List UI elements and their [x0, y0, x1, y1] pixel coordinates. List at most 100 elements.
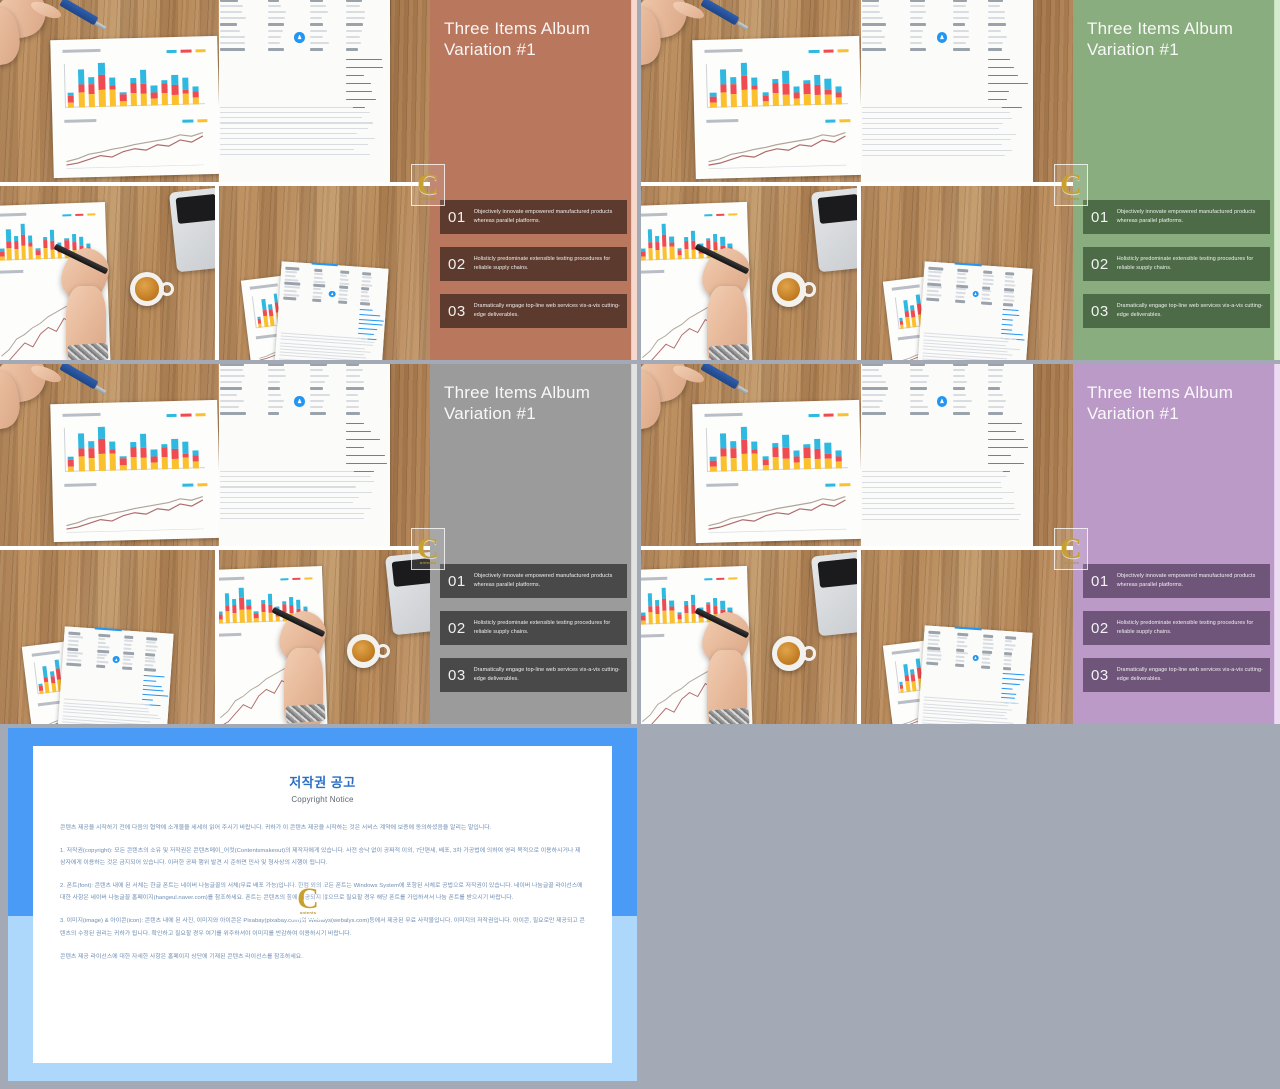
bar-segment-yellow	[741, 454, 748, 471]
slide-panel-green[interactable]: ♟ ♟ Three Items Album Variation #1 01 Object…	[641, 0, 1280, 360]
photo-tile-papers-desk[interactable]: ♟	[219, 186, 430, 360]
bar-segment-yellow	[131, 457, 138, 470]
photo-tile-resume-document[interactable]: ♟	[861, 0, 1073, 182]
photo-tile-chart-document[interactable]	[641, 0, 861, 182]
resume-skill-bar	[1002, 314, 1019, 316]
bar-segment-yellow	[762, 101, 768, 106]
chart-bar	[761, 62, 768, 107]
resume-text-line	[988, 369, 1003, 371]
feature-item-01[interactable]: 01 Objectively innovate empowered manufac…	[1083, 200, 1270, 234]
photo-tile-chart-document[interactable]	[0, 364, 219, 546]
slide-panel-purple[interactable]: ♟ ♟ Three Items Album Variation #1 01 Object…	[641, 364, 1280, 724]
slide-title: Three Items Album Variation #1	[1087, 18, 1262, 61]
photo-tile-resume-document[interactable]: ♟	[861, 364, 1073, 546]
photo-tile-hand-pencil[interactable]	[641, 186, 857, 360]
resume-text-line	[67, 655, 77, 658]
bar-segment-cyan	[72, 234, 77, 242]
feature-item-01[interactable]: 01 Objectively innovate empowered manufac…	[440, 564, 627, 598]
feature-item-number: 02	[448, 257, 474, 272]
resume-paragraph-line	[220, 508, 371, 509]
bar-segment-yellow	[233, 612, 238, 623]
resume-skill-bar	[988, 67, 1014, 68]
feature-item-03[interactable]: 03 Dramatically engage top-line web servi…	[440, 658, 627, 692]
chart-bar	[676, 224, 682, 260]
bar-segment-red	[72, 242, 77, 251]
chart-bar	[709, 64, 716, 109]
resume-text-line	[981, 297, 990, 300]
feature-item-text: Holisticly predominate extensible testin…	[474, 255, 621, 274]
resume-text-line	[981, 301, 992, 305]
resume-text-line	[361, 287, 369, 291]
resume-text-line	[220, 412, 246, 415]
chart-bar	[67, 63, 74, 107]
photo-tile-papers-desk[interactable]: ♟	[861, 550, 1073, 724]
chart-document-paper	[51, 36, 219, 178]
feature-item-03[interactable]: 03 Dramatically engage top-line web servi…	[1083, 294, 1270, 328]
resume-text-line	[339, 289, 348, 292]
photo-tile-chart-document[interactable]	[0, 0, 219, 182]
chart-bar	[130, 426, 137, 470]
legend-swatch	[63, 214, 71, 217]
resume-skill-bar	[988, 59, 1010, 60]
notice-paragraph: 2. 폰트(font): 콘텐츠 내에 된 서체는 한글 폰트는 네이버 나눔글…	[60, 880, 585, 904]
bar-segment-yellow	[89, 458, 96, 471]
photo-tile-hand-pencil[interactable]	[641, 550, 857, 724]
resume-text-line	[981, 661, 990, 664]
chart-bar	[268, 586, 273, 621]
chart-bar	[691, 587, 697, 623]
chart-bar	[225, 588, 230, 623]
resume-text-line	[862, 0, 879, 2]
photo-tile-resume-document[interactable]: ♟	[219, 364, 430, 546]
feature-item-03[interactable]: 03 Dramatically engage top-line web servi…	[440, 294, 627, 328]
chart-bar	[824, 61, 831, 106]
resume-text-line	[144, 661, 155, 664]
resume-skill-bar	[346, 75, 364, 76]
feature-item-01[interactable]: 01 Objectively innovate empowered manufac…	[440, 200, 627, 234]
resume-text-line	[346, 381, 364, 383]
resume-document-paper: ♟	[861, 364, 1033, 546]
resume-text-line	[926, 661, 938, 665]
resume-skill-bar	[359, 313, 381, 315]
chart-title-placeholder	[704, 414, 743, 418]
bar-segment-red	[814, 449, 821, 460]
bar-segment-yellow	[783, 459, 790, 471]
resume-avatar-badge: ♟	[112, 656, 119, 663]
resume-text-line	[927, 290, 939, 293]
feature-item-02[interactable]: 02 Holisticly predominate extensible test…	[440, 611, 627, 645]
bar-segment-red	[772, 447, 779, 457]
chart2-title-placeholder	[706, 483, 739, 487]
photo-tile-hand-pencil[interactable]	[219, 550, 430, 724]
feature-item-02[interactable]: 02 Holisticly predominate extensible test…	[440, 247, 627, 281]
slide-panel-gray[interactable]: ♟ ♟ Three Items Album Variation #1 01 Object…	[0, 364, 637, 724]
resume-text-line	[862, 23, 887, 26]
bar-segment-yellow	[835, 462, 841, 469]
chart-title-placeholder	[892, 648, 920, 654]
photo-tile-chart-document[interactable]	[641, 364, 861, 546]
photo-tile-papers-desk[interactable]: ♟	[861, 186, 1073, 360]
resume-text-line	[957, 644, 968, 647]
resume-text-line	[220, 30, 240, 32]
resume-text-line	[361, 291, 369, 294]
feature-item-03[interactable]: 03 Dramatically engage top-line web servi…	[1083, 658, 1270, 692]
photo-tile-papers-desk[interactable]: ♟	[0, 550, 215, 724]
resume-text-line	[220, 369, 243, 371]
resume-text-line	[1005, 640, 1012, 643]
bar-segment-yellow	[131, 93, 138, 106]
slide-panel-terracotta[interactable]: ♟ ♟ Three Items Album Variation #1 01 Object…	[0, 0, 637, 360]
photo-tile-resume-document[interactable]: ♟	[219, 0, 430, 182]
chart2-title-placeholder	[64, 119, 97, 123]
resume-text-line	[957, 637, 967, 640]
resume-document-paper: ♟	[219, 0, 390, 182]
resume-text-line	[953, 42, 967, 44]
bar-segment-yellow	[183, 458, 190, 469]
resume-text-line	[96, 657, 104, 660]
feature-item-02[interactable]: 02 Holisticly predominate extensible test…	[1083, 611, 1270, 645]
resume-skill-bar	[346, 423, 365, 424]
copyright-notice-panel[interactable]: 저작권 공고 Copyright Notice 콘텐츠 제공을 시작하기 전에 다음…	[8, 728, 637, 1081]
photo-tile-hand-pencil[interactable]	[0, 186, 215, 360]
feature-item-01[interactable]: 01 Objectively innovate empowered manufac…	[1083, 564, 1270, 598]
bar-segment-yellow	[120, 465, 126, 470]
resume-text-line	[68, 636, 83, 639]
resume-avatar-badge: ♟	[329, 290, 336, 297]
feature-item-02[interactable]: 02 Holisticly predominate extensible test…	[1083, 247, 1270, 281]
